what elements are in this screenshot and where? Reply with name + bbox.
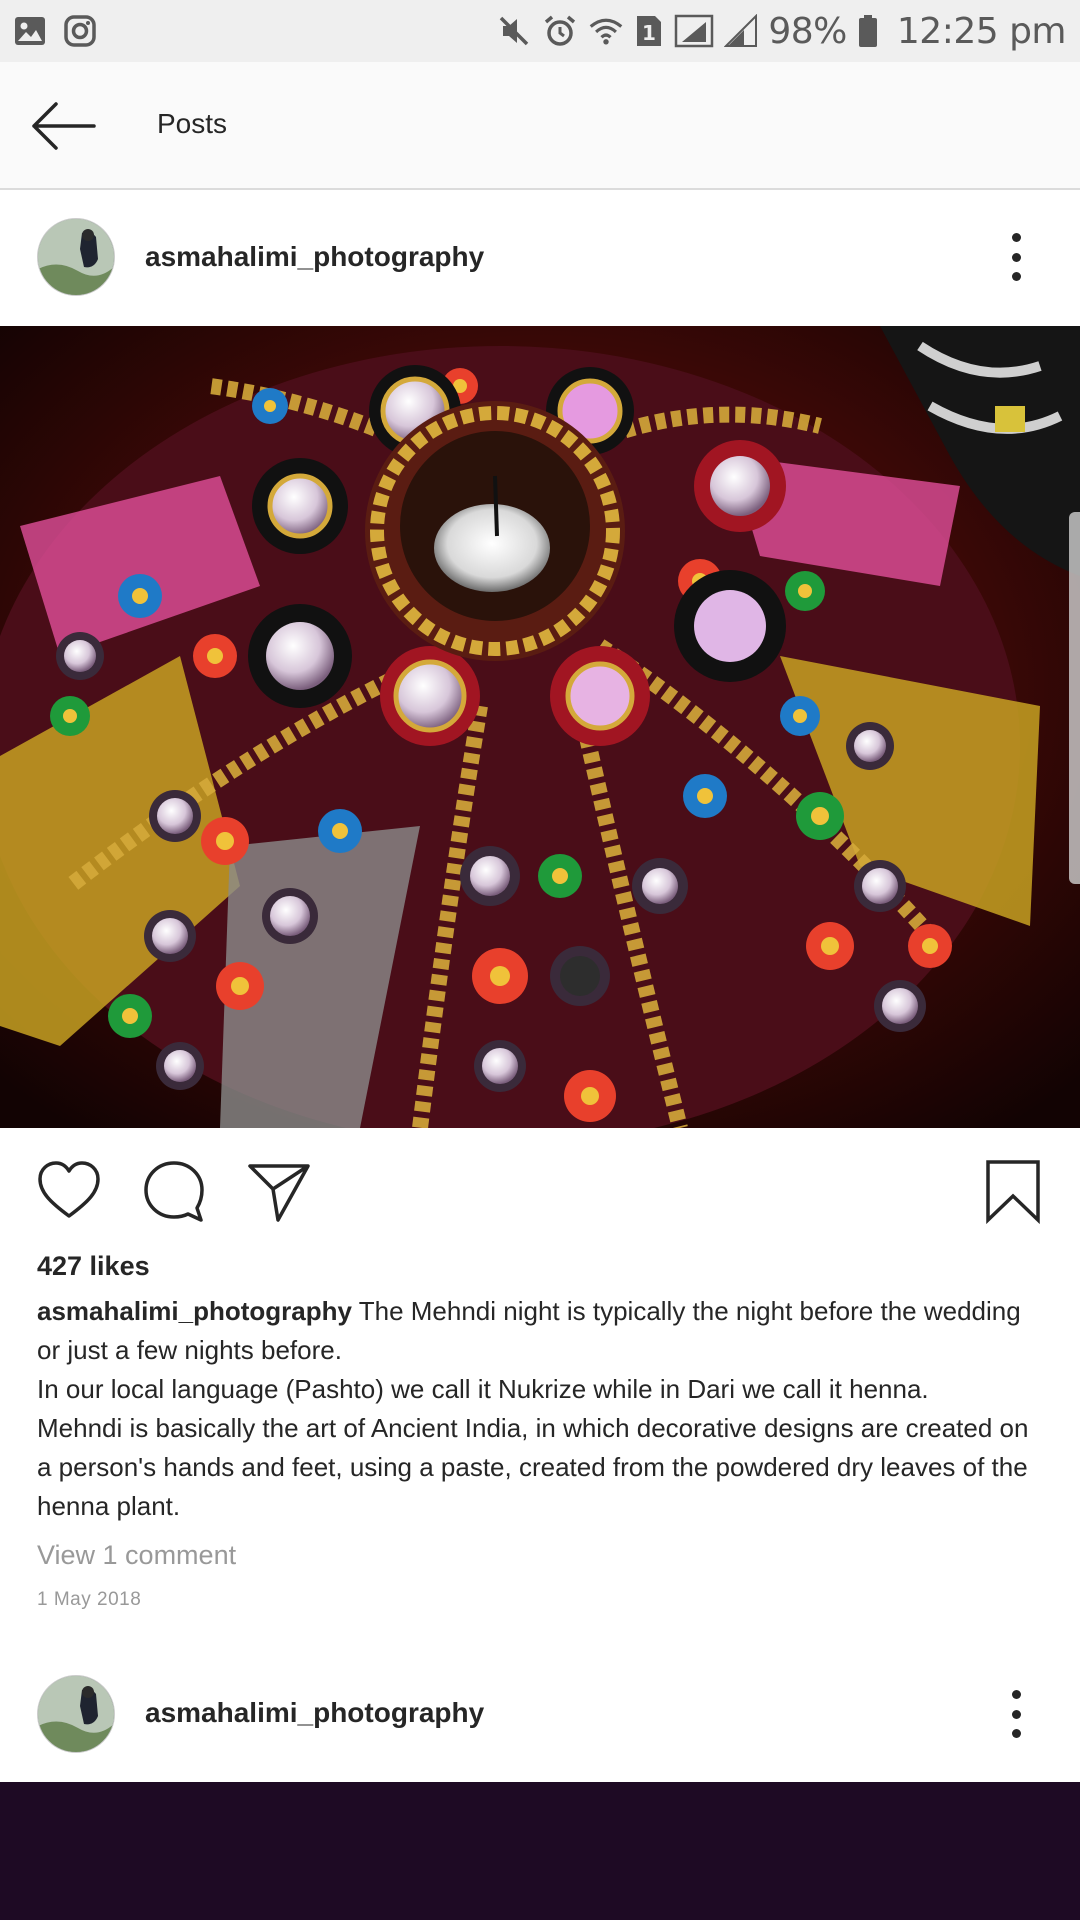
post-username[interactable]: asmahalimi_photography <box>145 1697 484 1729</box>
post-header: asmahalimi_photography <box>0 1658 1080 1768</box>
bookmark-icon[interactable] <box>980 1158 1046 1225</box>
post-image[interactable] <box>0 326 1080 1128</box>
fast-scroll-handle[interactable] <box>1069 512 1080 884</box>
wifi-icon <box>588 13 624 49</box>
top-app-bar: Posts <box>0 62 1080 190</box>
heart-icon[interactable] <box>36 1158 102 1224</box>
instagram-icon <box>62 13 98 49</box>
battery-percent: 98% <box>768 10 847 52</box>
post-header: asmahalimi_photography <box>0 202 1080 312</box>
alarm-icon <box>542 13 578 49</box>
caption-line: In our local language (Pashto) we call i… <box>37 1374 929 1404</box>
view-comments-link[interactable]: View 1 comment <box>37 1540 236 1571</box>
mute-icon <box>496 13 532 49</box>
post-image[interactable] <box>0 1782 1080 1920</box>
status-bar: 1 98% 12:25 pm <box>0 0 1080 62</box>
svg-text:1: 1 <box>642 21 656 45</box>
battery-icon <box>857 13 879 49</box>
likes-count[interactable]: 427 likes <box>37 1251 150 1282</box>
post-username[interactable]: asmahalimi_photography <box>145 241 484 273</box>
caption-username[interactable]: asmahalimi_photography <box>37 1296 352 1326</box>
more-options-icon[interactable] <box>996 227 1036 287</box>
avatar[interactable] <box>37 1675 115 1753</box>
comment-icon[interactable] <box>141 1158 207 1224</box>
page-title: Posts <box>157 108 228 139</box>
signal-icon <box>724 13 758 49</box>
post-caption: asmahalimi_photography The Mehndi night … <box>37 1292 1037 1526</box>
more-options-icon[interactable] <box>996 1684 1036 1744</box>
gallery-icon <box>12 13 48 49</box>
clock: 12:25 pm <box>896 10 1067 52</box>
caption-line: Mehndi is basically the art of Ancient I… <box>37 1413 1029 1521</box>
back-arrow-icon[interactable] <box>30 102 96 150</box>
post-actions <box>0 1150 1080 1230</box>
send-icon[interactable] <box>246 1158 312 1224</box>
sim-1-icon: 1 <box>634 13 664 49</box>
signal-icon <box>674 13 714 49</box>
avatar[interactable] <box>37 218 115 296</box>
post-date: 1 May 2018 <box>37 1589 142 1610</box>
